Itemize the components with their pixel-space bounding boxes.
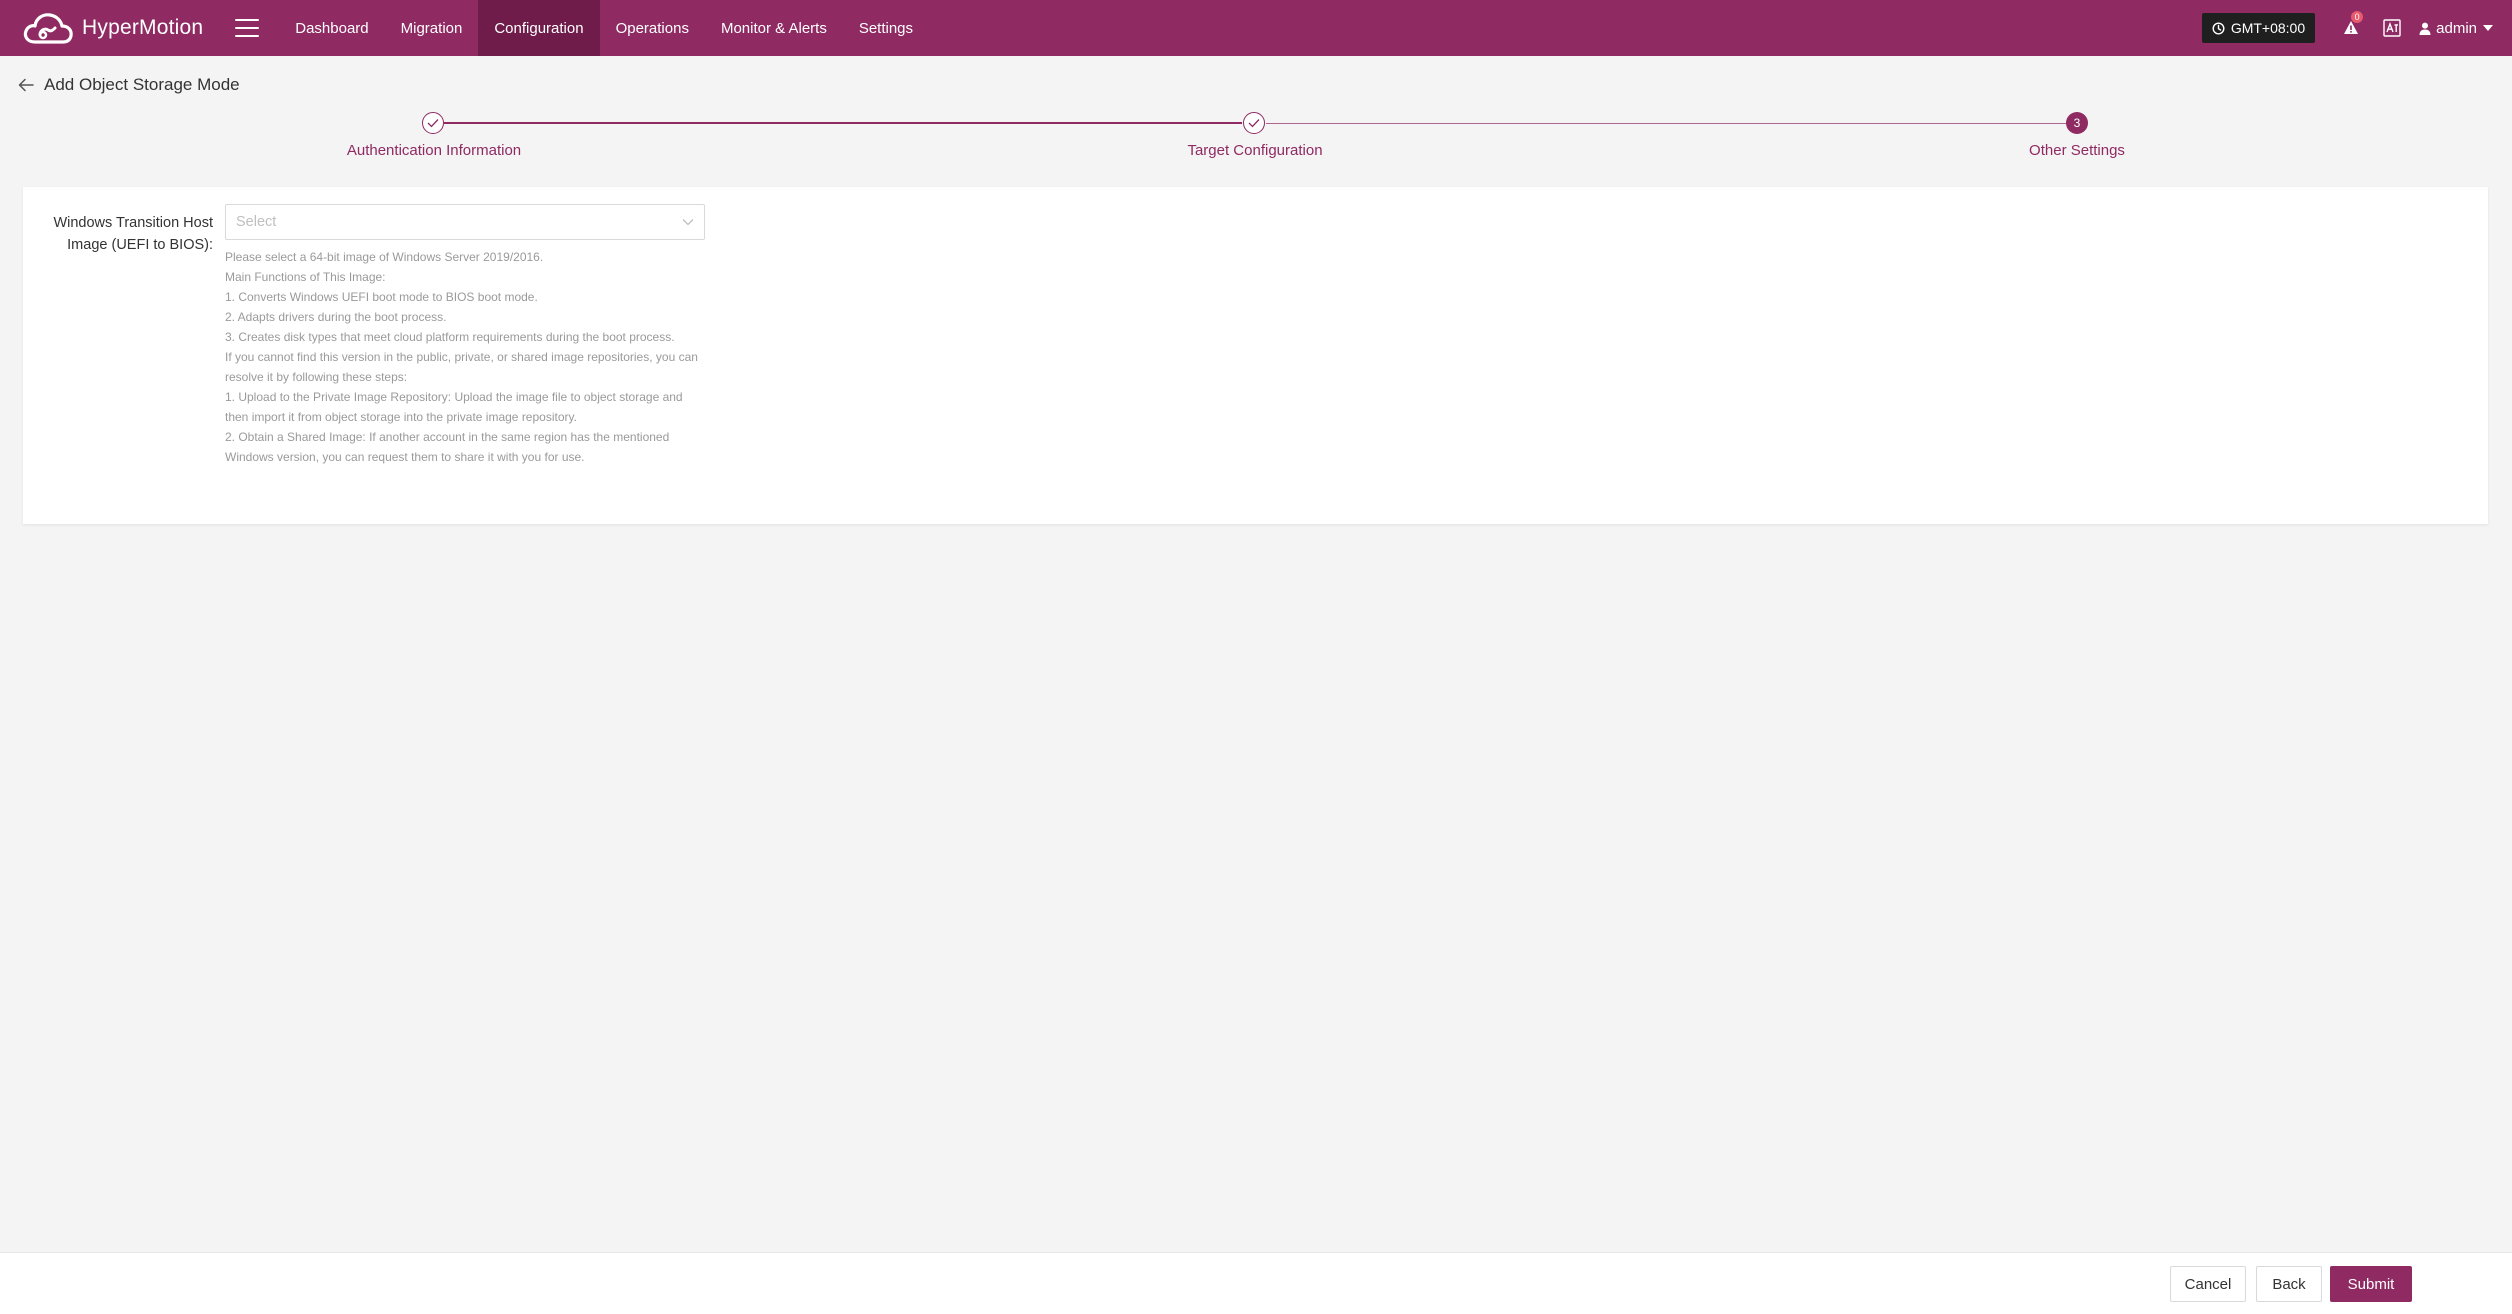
caret-down-icon [2483,25,2493,31]
help-line: 1. Converts Windows UEFI boot mode to BI… [225,290,538,304]
submit-button[interactable]: Submit [2330,1266,2412,1302]
topbar-right: GMT+08:00 0 admin [2201,0,2512,56]
field-label-line-1: Windows Transition Host [53,215,213,231]
select-placeholder: Select [236,214,277,230]
timezone-button[interactable]: GMT+08:00 [2201,13,2316,43]
wizard-steps: 3 Authentication Information Target Conf… [0,112,2512,162]
step-2-indicator [1243,112,1265,134]
nav-operations[interactable]: Operations [600,0,705,56]
field-label-line-2: Image (UEFI to BIOS): [67,237,213,253]
nav-configuration[interactable]: Configuration [478,0,600,56]
help-line: Please select a 64-bit image of Windows … [225,250,544,264]
notification-badge: 0 [2351,11,2364,23]
help-line: Windows version, you can request them to… [225,450,585,464]
timezone-label: GMT+08:00 [2230,20,2306,36]
check-icon [1248,119,1260,128]
help-line: 2. Adapts drivers during the boot proces… [225,310,447,324]
help-line: then import it from object storage into … [225,410,577,424]
help-line: 1. Upload to the Private Image Repositor… [225,390,683,404]
clock-icon [2212,21,2225,35]
step-3-label: Other Settings [2029,142,2125,159]
menu-toggle-icon[interactable] [235,19,260,37]
nav-settings[interactable]: Settings [843,0,929,56]
step-connector-2 [1266,123,2066,124]
page-title: Add Object Storage Mode [44,75,240,94]
step-1-label: Authentication Information [346,142,522,159]
step-2-label: Target Configuration [1187,142,1323,159]
help-line: Main Functions of This Image: [225,270,386,284]
main-nav: Dashboard Migration Configuration Operat… [279,0,929,56]
user-icon [2419,22,2431,35]
footer-action-bar: Cancel Back Submit [0,1252,2512,1314]
top-nav-bar: HyperMotion Dashboard Migration Configur… [0,0,2512,56]
brand-name: HyperMotion [82,16,204,39]
cancel-button[interactable]: Cancel [2170,1266,2246,1302]
form-card: Windows Transition Host Image (UEFI to B… [23,187,2488,524]
help-line: 2. Obtain a Shared Image: If another acc… [225,430,670,444]
language-icon [2383,19,2401,37]
windows-image-field-label: Windows Transition Host Image (UEFI to B… [23,212,213,256]
cloud-logo-icon [23,13,73,44]
windows-image-select[interactable]: Select [225,204,705,240]
chevron-down-icon [682,219,694,226]
brand[interactable]: HyperMotion [22,0,203,56]
language-button[interactable] [2383,19,2401,37]
help-line: resolve it by following these steps: [225,370,408,384]
check-icon [427,119,439,128]
help-line: If you cannot find this version in the p… [225,350,698,364]
user-menu[interactable]: admin [2419,20,2498,37]
notifications-button[interactable]: 0 [2341,11,2364,38]
page-header: Add Object Storage Mode [18,72,240,98]
help-line: 3. Creates disk types that meet cloud pl… [225,330,675,344]
step-3-indicator: 3 [2066,112,2088,134]
nav-dashboard[interactable]: Dashboard [279,0,384,56]
back-button[interactable]: Back [2256,1266,2322,1302]
user-name: admin [2436,19,2477,37]
nav-monitor-alerts[interactable]: Monitor & Alerts [705,0,843,56]
nav-migration[interactable]: Migration [385,0,479,56]
field-help-text: Please select a 64-bit image of Windows … [225,247,725,467]
step-1-indicator [422,112,444,134]
step-connector-1 [444,122,1242,124]
back-arrow-icon[interactable] [18,78,34,92]
